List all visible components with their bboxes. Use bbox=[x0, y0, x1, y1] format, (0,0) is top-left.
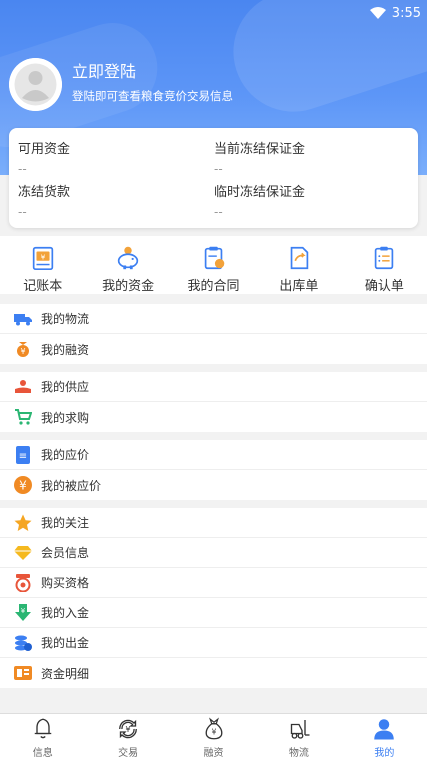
yen-icon: ¥ bbox=[14, 476, 32, 494]
menu-item-label: 资金明细 bbox=[41, 666, 90, 681]
tab-logistics[interactable]: 物流 bbox=[256, 714, 341, 759]
tab-label: 我的 bbox=[374, 748, 395, 759]
svg-text:¥: ¥ bbox=[20, 347, 25, 356]
star-icon bbox=[14, 514, 32, 532]
funds-card: 可用资金 -- 当前冻结保证金 -- 冻结货款 -- 临时冻结保证金 -- bbox=[9, 128, 418, 228]
quick-confirmation[interactable]: 确认单 bbox=[342, 236, 427, 294]
svg-text:¥: ¥ bbox=[40, 252, 45, 261]
supply-icon bbox=[14, 378, 32, 396]
cart-icon bbox=[14, 408, 32, 426]
tab-label: 物流 bbox=[288, 748, 309, 759]
temp-margin: 临时冻结保证金 -- bbox=[214, 181, 305, 219]
menu-item-label: 我的应价 bbox=[41, 448, 90, 462]
svg-text:¥: ¥ bbox=[125, 724, 130, 734]
ledger-icon: ¥ bbox=[32, 246, 53, 271]
menu-item-my-withdrawal[interactable]: 我的出金 bbox=[0, 628, 427, 658]
menu-group-logistics: 我的物流 ¥ 我的融资 bbox=[0, 304, 427, 364]
menu-item-label: 我的求购 bbox=[41, 410, 90, 425]
tab-label: 交易 bbox=[118, 748, 139, 759]
login-button[interactable]: 立即登陆 bbox=[72, 58, 136, 82]
default-avatar-icon bbox=[9, 58, 62, 111]
current-margin-label: 当前冻结保证金 bbox=[214, 142, 306, 157]
status-time: 3:55 bbox=[391, 5, 421, 21]
current-margin-value: -- bbox=[214, 162, 223, 176]
finance-icon: ¥ bbox=[14, 340, 32, 358]
frozen-payment: 冻结货款 -- bbox=[18, 181, 70, 219]
fund-detail-icon bbox=[14, 664, 32, 682]
svg-text:≡: ≡ bbox=[19, 451, 27, 462]
menu-item-my-deposit[interactable]: ¥ 我的入金 bbox=[0, 598, 427, 628]
quick-ledger-label: 记账本 bbox=[23, 279, 63, 294]
menu-item-fund-details[interactable]: 资金明细 bbox=[0, 658, 427, 688]
withdraw-icon bbox=[14, 634, 32, 652]
money-bag-icon: ¥ bbox=[205, 717, 222, 740]
quick-my-funds-label: 我的资金 bbox=[102, 279, 155, 294]
menu-item-my-purchase[interactable]: 我的求购 bbox=[0, 402, 427, 432]
menu-item-received-bids[interactable]: ¥ 我的被应价 bbox=[0, 470, 427, 500]
exchange-icon: ¥ bbox=[119, 719, 138, 739]
menu-item-my-logistics[interactable]: 我的物流 bbox=[0, 304, 427, 334]
menu-item-label: 我的融资 bbox=[41, 342, 90, 357]
truck-icon bbox=[14, 310, 32, 328]
bid-icon: ≡ bbox=[14, 445, 32, 464]
quick-my-contracts[interactable]: 我的合同 bbox=[171, 236, 256, 294]
menu-item-purchase-qualification[interactable]: 购买资格 bbox=[0, 568, 427, 598]
menu-item-member-info[interactable]: 会员信息 bbox=[0, 538, 427, 568]
menu-item-my-financing[interactable]: ¥ 我的融资 bbox=[0, 334, 427, 364]
user-icon bbox=[374, 719, 395, 740]
menu-group-account: 我的关注 会员信息 购买资格 ¥ 我的入金 我的出金 资金明细 bbox=[0, 508, 427, 688]
login-subtitle: 登陆即可查看粮食竞价交易信息 bbox=[72, 89, 233, 103]
current-margin: 当前冻结保证金 -- bbox=[214, 138, 305, 176]
menu-item-label: 我的出金 bbox=[41, 636, 90, 650]
menu-item-label: 我的物流 bbox=[41, 312, 90, 326]
menu-item-label: 我的供应 bbox=[41, 380, 90, 394]
forklift-icon bbox=[290, 720, 310, 739]
temp-margin-label: 临时冻结保证金 bbox=[214, 185, 306, 200]
qualification-icon bbox=[14, 573, 32, 592]
quick-outbound-order-label: 出库单 bbox=[279, 279, 319, 294]
menu-group-trade: 我的供应 我的求购 bbox=[0, 372, 427, 432]
menu-item-label: 购买资格 bbox=[41, 576, 90, 590]
quick-my-funds[interactable]: 我的资金 bbox=[85, 236, 170, 294]
menu-item-label: 会员信息 bbox=[41, 546, 90, 560]
menu-item-label: 我的入金 bbox=[41, 606, 90, 620]
avatar[interactable] bbox=[9, 58, 62, 111]
tab-label: 信息 bbox=[32, 748, 53, 759]
contract-icon bbox=[204, 246, 224, 270]
tab-label: 融资 bbox=[203, 748, 224, 759]
frozen-payment-value: -- bbox=[18, 205, 27, 219]
temp-margin-value: -- bbox=[214, 205, 223, 219]
quick-ledger[interactable]: ¥ 记账本 bbox=[0, 236, 85, 294]
piggy-bank-icon bbox=[117, 246, 139, 270]
confirmation-icon bbox=[375, 246, 394, 270]
frozen-payment-label: 冻结货款 bbox=[18, 185, 71, 200]
diamond-icon bbox=[14, 544, 32, 562]
tab-info[interactable]: 信息 bbox=[0, 714, 85, 759]
tab-financing[interactable]: ¥ 融资 bbox=[171, 714, 256, 759]
outbound-order-icon bbox=[290, 246, 309, 270]
svg-text:¥: ¥ bbox=[19, 479, 27, 493]
available-funds-label: 可用资金 bbox=[18, 142, 71, 157]
tab-mine[interactable]: 我的 bbox=[342, 714, 427, 759]
available-funds: 可用资金 -- bbox=[18, 138, 70, 176]
tab-trade[interactable]: ¥ 交易 bbox=[85, 714, 170, 759]
deposit-icon: ¥ bbox=[14, 603, 32, 622]
menu-item-my-supply[interactable]: 我的供应 bbox=[0, 372, 427, 402]
status-bar: 3:55 bbox=[369, 3, 421, 23]
svg-text:¥: ¥ bbox=[211, 727, 216, 736]
menu-item-label: 我的被应价 bbox=[41, 478, 102, 493]
available-funds-value: -- bbox=[18, 162, 27, 176]
quick-outbound-order[interactable]: 出库单 bbox=[256, 236, 341, 294]
quick-actions: ¥ 记账本 我的资金 我的合同 出库单 确认单 bbox=[0, 236, 427, 294]
quick-my-contracts-label: 我的合同 bbox=[187, 279, 240, 294]
menu-item-my-bids[interactable]: ≡ 我的应价 bbox=[0, 440, 427, 470]
svg-text:¥: ¥ bbox=[21, 607, 26, 615]
menu-item-my-follows[interactable]: 我的关注 bbox=[0, 508, 427, 538]
wifi-icon bbox=[369, 7, 386, 19]
quick-confirmation-label: 确认单 bbox=[364, 279, 404, 294]
bottom-tab-bar: 信息 ¥ 交易 ¥ 融资 物流 我的 bbox=[0, 713, 427, 759]
menu-item-label: 我的关注 bbox=[41, 516, 90, 530]
menu-group-bids: ≡ 我的应价 ¥ 我的被应价 bbox=[0, 440, 427, 500]
bell-icon bbox=[34, 718, 51, 739]
